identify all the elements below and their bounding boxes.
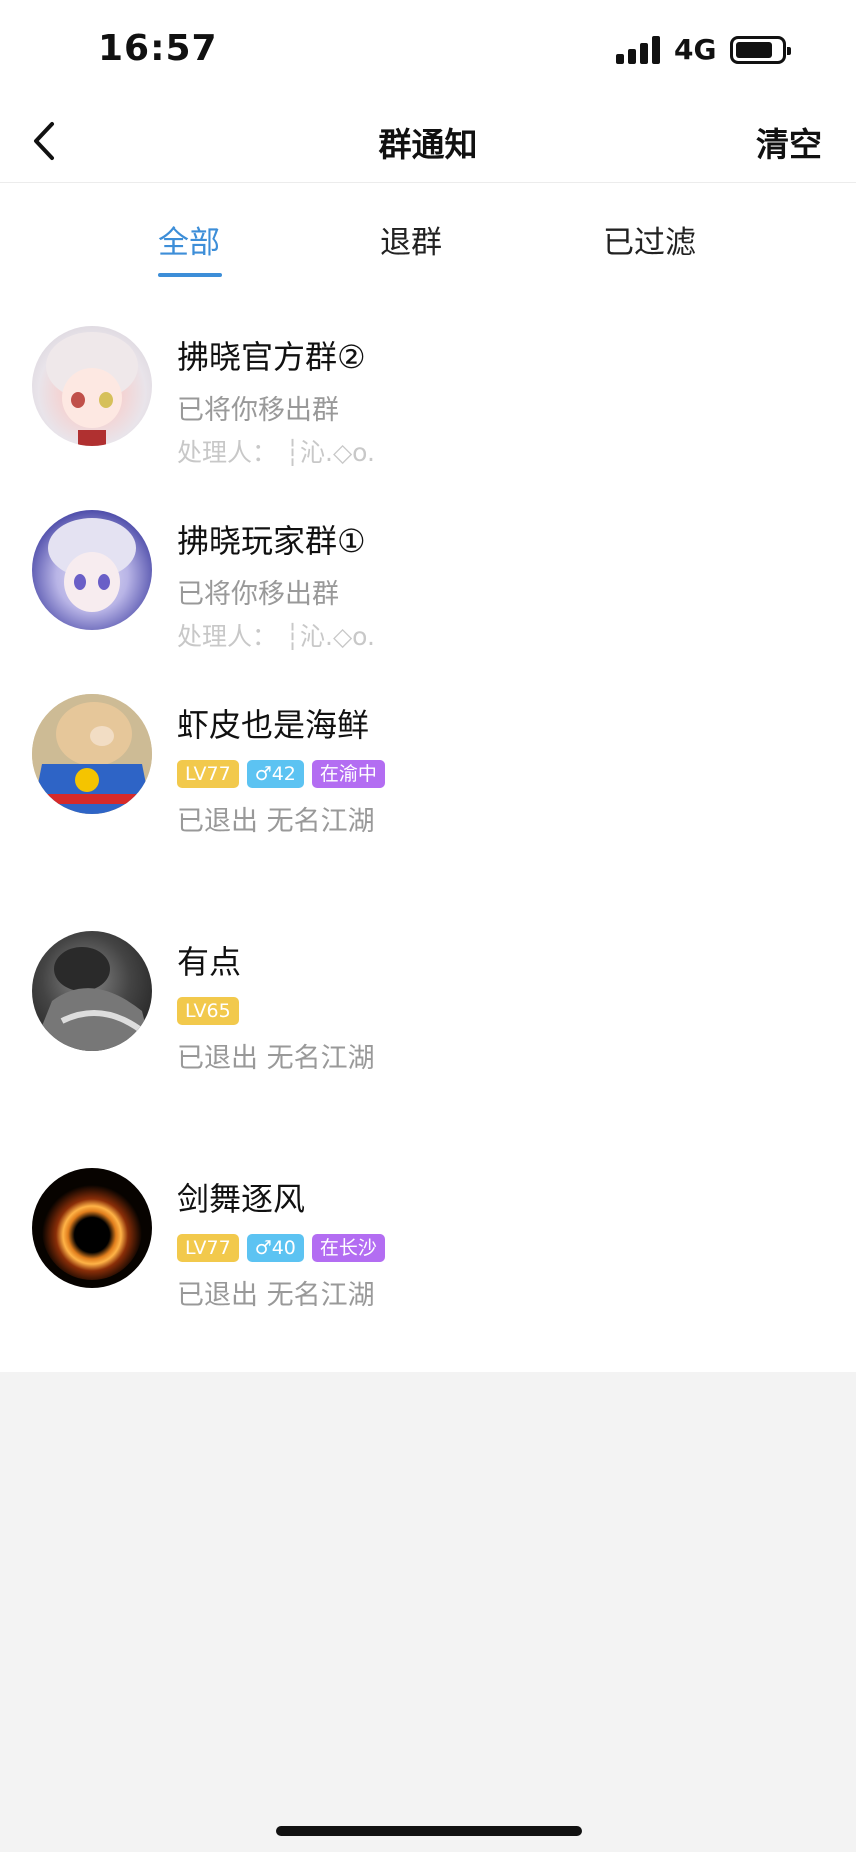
tab-filtered[interactable]: 已过滤 (603, 217, 696, 262)
notification-item[interactable]: 有点 LV65 已退出 无名江湖 (0, 925, 856, 1095)
avatar (32, 694, 152, 814)
battery-icon (730, 36, 791, 64)
notification-item[interactable]: 剑舞逐风 LV77 ♂40 在长沙 已退出 无名江湖 (0, 1162, 856, 1332)
user-tags: LV77 ♂40 在长沙 (177, 1234, 385, 1262)
notification-item[interactable]: 虾皮也是海鲜 LV77 ♂42 在渝中 已退出 无名江湖 (0, 688, 856, 858)
handler-text: 处理人： ┆沁.◇o. (177, 622, 375, 651)
level-badge: LV77 (177, 1234, 239, 1262)
notification-status: 已退出 无名江湖 (177, 1043, 375, 1074)
notification-status: 已退出 无名江湖 (177, 1280, 375, 1311)
page-title: 群通知 (378, 125, 478, 164)
avatar (32, 931, 152, 1051)
group-name: 拂晓官方群② (177, 338, 366, 376)
status-time: 16:57 (98, 28, 218, 69)
location-badge: 在渝中 (311, 760, 385, 788)
group-name: 拂晓玩家群① (177, 522, 366, 560)
notification-item[interactable]: 拂晓玩家群① 已将你移出群 处理人： ┆沁.◇o. (0, 504, 856, 664)
navigation-bar: 群通知 清空 (0, 100, 856, 183)
notification-status: 已将你移出群 (177, 395, 339, 426)
notification-item[interactable]: 拂晓官方群② 已将你移出群 处理人： ┆沁.◇o. (0, 320, 856, 480)
gender-age-badge: ♂42 (246, 760, 304, 788)
active-tab-indicator (158, 273, 222, 277)
location-badge: 在长沙 (311, 1234, 385, 1262)
level-badge: LV65 (177, 997, 239, 1025)
tab-bar: 全部 退群 已过滤 (0, 205, 856, 277)
avatar (32, 1168, 152, 1288)
user-tags: LV65 (177, 997, 239, 1025)
clear-button[interactable]: 清空 (756, 118, 822, 166)
avatar (32, 326, 152, 446)
status-bar: 16:57 4G (0, 0, 856, 100)
tab-quit[interactable]: 退群 (380, 217, 442, 262)
avatar (32, 510, 152, 630)
tab-all[interactable]: 全部 (158, 217, 220, 262)
gender-age-badge: ♂40 (246, 1234, 304, 1262)
network-type: 4G (674, 33, 717, 66)
notification-status: 已退出 无名江湖 (177, 806, 375, 837)
home-indicator[interactable] (276, 1826, 582, 1836)
signal-icon (616, 36, 662, 64)
notification-status: 已将你移出群 (177, 579, 339, 610)
level-badge: LV77 (177, 760, 239, 788)
handler-text: 处理人： ┆沁.◇o. (177, 438, 375, 467)
user-name: 剑舞逐风 (177, 1180, 306, 1218)
user-tags: LV77 ♂42 在渝中 (177, 760, 385, 788)
user-name: 虾皮也是海鲜 (177, 706, 370, 744)
user-name: 有点 (177, 943, 242, 981)
